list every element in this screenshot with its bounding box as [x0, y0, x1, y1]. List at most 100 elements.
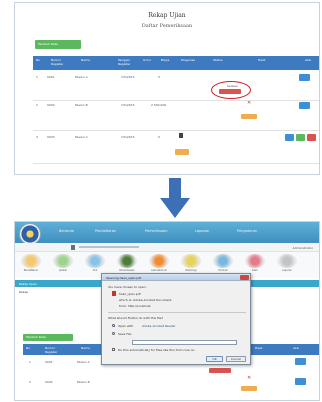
- ok-button[interactable]: OK: [206, 356, 223, 362]
- module-label: Pendaftaran: [23, 269, 39, 272]
- dialog-file-type: which is: Adobe Acrobat Document: [119, 298, 172, 302]
- save-file-radio[interactable]: [112, 332, 115, 335]
- report-icon[interactable]: [277, 254, 297, 268]
- dialog-file-source: from: http://localhost: [119, 304, 151, 308]
- row-divider: [33, 163, 319, 164]
- dialog-file-name: hasil_ujian.pdf: [119, 292, 141, 296]
- arrow-down-icon: [160, 178, 190, 218]
- examination-icon[interactable]: [117, 254, 137, 268]
- radiology-icon[interactable]: [181, 254, 201, 268]
- cell-date: 1/5/2015: [121, 75, 135, 79]
- open-with-radio[interactable]: [112, 324, 115, 327]
- table-header: No Nomor Register Nama Tanggal Register …: [33, 56, 319, 70]
- dialog-intro: You have chosen to open:: [108, 285, 147, 289]
- pdf-icon: ✕: [247, 375, 252, 381]
- nav-link[interactable]: Pendaftaran: [95, 229, 116, 233]
- cell-no: 3: [36, 135, 38, 139]
- cell-fee: 2.500.000: [151, 103, 167, 107]
- cell-date: 1/5/2015: [121, 135, 135, 139]
- delete-button[interactable]: [307, 134, 316, 141]
- cell-name: Pasien B: [77, 380, 90, 384]
- open-with-select[interactable]: Adobe Acrobat Reader: [142, 324, 176, 328]
- column-header: Tanggal Register: [118, 58, 131, 66]
- cell-no: 2: [29, 380, 31, 384]
- cancel-button[interactable]: Cancel: [226, 356, 246, 362]
- upload-button[interactable]: [241, 114, 257, 119]
- column-header: No: [26, 346, 31, 350]
- nav-link[interactable]: Pengaturan: [237, 229, 257, 233]
- cell-register: 0001: [47, 75, 55, 79]
- column-header: Diagnosa: [181, 58, 196, 62]
- download-result-button[interactable]: [209, 368, 231, 373]
- approve-button[interactable]: [296, 134, 305, 141]
- dialog-title: Opening hasil_ujian.pdf: [106, 275, 142, 280]
- edit-button[interactable]: [299, 102, 310, 109]
- cell-register: 0002: [45, 380, 53, 384]
- open-with-path-field[interactable]: [132, 340, 237, 345]
- save-file-label: Save File: [118, 332, 132, 336]
- cell-register: 0002: [47, 103, 55, 107]
- cell-name: Pasien A: [75, 75, 88, 79]
- column-header: Nomor Register: [51, 58, 64, 66]
- nav-link[interactable]: Beranda: [59, 229, 74, 233]
- add-data-button[interactable]: Tambah Data: [35, 40, 81, 49]
- pdf-icon: ✕: [247, 100, 252, 106]
- tab-active[interactable]: Rekap Ujian: [19, 282, 37, 286]
- column-header: Hasil: [258, 58, 266, 62]
- nav-link[interactable]: Laporan: [195, 229, 209, 233]
- cell-no: 1: [36, 75, 38, 79]
- app-header: Beranda Pendaftaran Pemeriksaan Laporan …: [15, 222, 319, 243]
- remember-checkbox[interactable]: [112, 348, 115, 351]
- divider: [108, 312, 246, 313]
- add-data-button[interactable]: Tambah Data: [23, 334, 73, 341]
- cashier-icon[interactable]: [245, 254, 265, 268]
- logo-icon: [19, 223, 41, 245]
- cell-no: 2: [36, 103, 38, 107]
- column-header: No: [36, 58, 41, 62]
- cell-name: Pasien A: [77, 360, 90, 364]
- row-divider: [33, 100, 319, 101]
- user-label[interactable]: Administrator: [293, 246, 313, 250]
- open-with-label: Open with: [118, 324, 134, 328]
- page-title: Rekap Ujian: [148, 12, 186, 19]
- cell-name: Pasien B: [75, 103, 88, 107]
- clinic-icon[interactable]: [85, 254, 105, 268]
- registration-icon[interactable]: [21, 254, 41, 268]
- column-header: Hasil: [255, 346, 263, 350]
- nav-link[interactable]: Pemeriksaan: [145, 229, 167, 233]
- dialog-question: What should Firefox do with this file?: [108, 316, 164, 320]
- schedule-icon[interactable]: [53, 254, 73, 268]
- dialog-titlebar: Opening hasil_ujian.pdf: [102, 274, 250, 281]
- close-button[interactable]: [240, 275, 249, 280]
- edit-button[interactable]: [295, 378, 306, 385]
- breadcrumb: [79, 246, 139, 248]
- column-header: Umur: [143, 58, 152, 62]
- edit-button[interactable]: [299, 74, 310, 81]
- home-icon[interactable]: [71, 245, 75, 250]
- cell-register: 0003: [47, 135, 55, 139]
- file-download-dialog: Opening hasil_ujian.pdf You have chosen …: [101, 273, 251, 365]
- edit-button[interactable]: [295, 358, 306, 365]
- column-header: Status: [213, 58, 223, 62]
- view-button[interactable]: [285, 134, 294, 141]
- sub-toolbar: Administrator: [15, 243, 319, 252]
- column-header: Aksi: [293, 346, 300, 350]
- column-header: Nama: [81, 58, 90, 62]
- page-subtitle: Daftar Pemeriksaan: [141, 23, 193, 29]
- pharmacy-icon[interactable]: [213, 254, 233, 268]
- cell-fee: 0: [158, 75, 160, 79]
- remember-label: Do this automatically for files like thi…: [118, 348, 196, 352]
- module-label: Laporan: [282, 269, 292, 272]
- cell-fee: 0: [158, 135, 160, 139]
- upload-button[interactable]: [175, 149, 189, 155]
- module-label: Jadwal: [59, 269, 67, 272]
- cell-name: Pasien C: [75, 135, 88, 139]
- cell-no: 1: [29, 360, 31, 364]
- column-header: Nomor Register: [45, 346, 58, 354]
- row-divider: [33, 130, 319, 131]
- laboratory-icon[interactable]: [149, 254, 169, 268]
- cell-date: 1/5/2015: [121, 103, 135, 107]
- top-screenshot: Rekap Ujian Daftar Pemeriksaan Tambah Da…: [14, 2, 320, 175]
- column-header: Biaya: [161, 58, 170, 62]
- upload-button[interactable]: [241, 386, 257, 391]
